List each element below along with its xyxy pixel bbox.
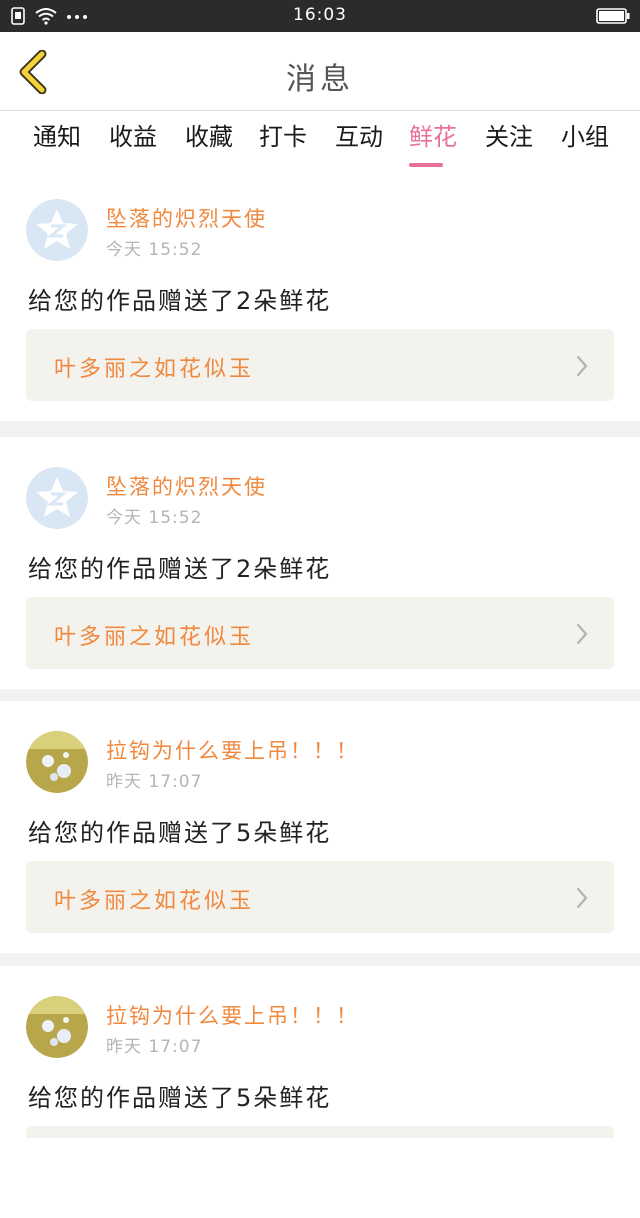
message-text: 给您的作品赠送了2朵鲜花	[28, 287, 332, 315]
message-text: 给您的作品赠送了5朵鲜花	[28, 819, 332, 847]
timestamp: 今天 15:52	[106, 508, 203, 528]
status-time: 16:03	[293, 5, 347, 25]
active-tab-indicator	[409, 163, 443, 167]
qq-default-avatar-icon	[26, 467, 88, 529]
username-link[interactable]: 拉钩为什么要上吊！！！	[106, 1000, 359, 1030]
tab-label: 小组	[561, 123, 609, 151]
photo-avatar-icon	[26, 996, 88, 1058]
header: 消息	[0, 32, 640, 111]
message-text: 给您的作品赠送了2朵鲜花	[28, 555, 332, 583]
tab-label: 鲜花	[409, 123, 457, 151]
avatar[interactable]	[26, 731, 88, 793]
chevron-right-icon	[576, 887, 588, 909]
tab-notifications[interactable]: 通知	[20, 121, 94, 169]
photo-avatar-icon	[26, 731, 88, 793]
tab-label: 打卡	[259, 123, 307, 151]
tab-groups[interactable]: 小组	[548, 121, 622, 169]
work-title: 叶多丽之如花似玉	[54, 889, 255, 914]
tab-bar: 通知 收益 收藏 打卡 互动 鲜花 关注 小组	[0, 111, 640, 169]
timestamp: 昨天 17:07	[106, 772, 203, 792]
notification-card: 拉钩为什么要上吊！！！ 昨天 17:07 给您的作品赠送了5朵鲜花 叶多丽之如花…	[0, 701, 640, 953]
tab-label: 关注	[485, 123, 533, 151]
username-link[interactable]: 坠落的炽烈天使	[106, 203, 267, 233]
tab-label: 收益	[109, 123, 157, 151]
status-bar: 16:03	[0, 0, 640, 32]
chevron-right-icon	[576, 623, 588, 645]
tab-earnings[interactable]: 收益	[96, 121, 170, 169]
avatar[interactable]	[26, 467, 88, 529]
work-link[interactable]: 叶多丽之如花似玉	[26, 597, 614, 669]
tab-following[interactable]: 关注	[472, 121, 546, 169]
message-text: 给您的作品赠送了5朵鲜花	[28, 1084, 332, 1112]
work-link[interactable]	[26, 1126, 614, 1138]
notification-card: 坠落的炽烈天使 今天 15:52 给您的作品赠送了2朵鲜花 叶多丽之如花似玉	[0, 169, 640, 421]
chevron-right-icon	[576, 355, 588, 377]
battery-icon	[596, 8, 630, 24]
tab-label: 互动	[335, 123, 383, 151]
avatar[interactable]	[26, 996, 88, 1058]
timestamp: 昨天 17:07	[106, 1037, 203, 1057]
username-link[interactable]: 坠落的炽烈天使	[106, 471, 267, 501]
notification-card: 坠落的炽烈天使 今天 15:52 给您的作品赠送了2朵鲜花 叶多丽之如花似玉	[0, 437, 640, 689]
username-link[interactable]: 拉钩为什么要上吊！！！	[106, 735, 359, 765]
tab-checkin[interactable]: 打卡	[246, 121, 320, 169]
work-link[interactable]: 叶多丽之如花似玉	[26, 329, 614, 401]
tab-flowers[interactable]: 鲜花	[396, 121, 470, 169]
timestamp: 今天 15:52	[106, 240, 203, 260]
work-link[interactable]: 叶多丽之如花似玉	[26, 861, 614, 933]
tab-label: 收藏	[185, 123, 233, 151]
avatar[interactable]	[26, 199, 88, 261]
tab-label: 通知	[33, 123, 81, 151]
tab-interaction[interactable]: 互动	[322, 121, 396, 169]
qq-default-avatar-icon	[26, 199, 88, 261]
work-title: 叶多丽之如花似玉	[54, 625, 255, 650]
work-title: 叶多丽之如花似玉	[54, 357, 255, 382]
notification-card: 拉钩为什么要上吊！！！ 昨天 17:07 给您的作品赠送了5朵鲜花	[0, 966, 640, 1218]
tab-favorites[interactable]: 收藏	[172, 121, 246, 169]
page-title: 消息	[286, 62, 354, 97]
